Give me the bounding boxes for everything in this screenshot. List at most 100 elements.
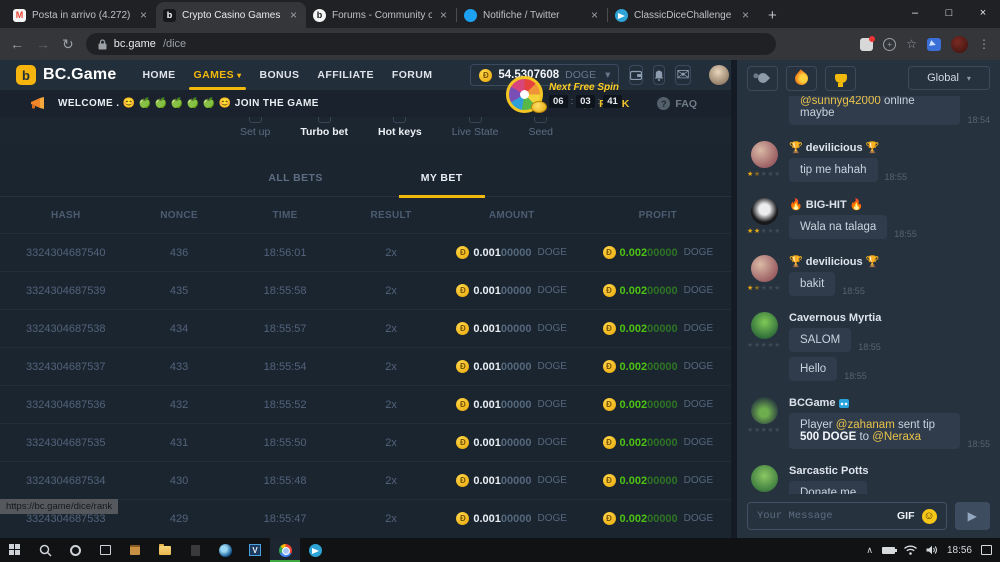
telegram-button[interactable] (300, 538, 330, 562)
faq-link[interactable]: ? FAQ (657, 97, 697, 110)
tab-close-icon[interactable]: × (288, 8, 299, 22)
table-row[interactable]: 3324304687534 430 18:55:48 2x Ð 0.001000… (0, 461, 731, 499)
action-center-icon[interactable] (981, 545, 992, 555)
table-row[interactable]: 3324304687538 434 18:55:57 2x Ð 0.001000… (0, 309, 731, 347)
emoji-button[interactable]: ☺ (922, 509, 937, 524)
mention[interactable]: @Neraxa (872, 431, 921, 443)
tray-expand-icon[interactable]: ∧ (866, 545, 873, 556)
bcgame-logo[interactable]: b BC.Game (16, 65, 116, 85)
chat-username[interactable]: Sarcastic Potts (789, 465, 990, 477)
extension-badge-icon[interactable] (860, 38, 873, 51)
nav-bonus[interactable]: BONUS (259, 60, 299, 90)
chat-username[interactable]: Cavernous Myrtia (789, 312, 990, 324)
nav-games[interactable]: GAMES▾ (194, 60, 242, 90)
tab-close-icon[interactable]: × (589, 8, 600, 22)
chevron-down-icon: ▾ (237, 71, 241, 80)
wifi-icon[interactable] (904, 545, 917, 555)
message-input[interactable] (757, 510, 890, 522)
extension-blue-icon[interactable] (927, 38, 941, 51)
tab-close-icon[interactable]: × (740, 8, 751, 22)
tab-title: Crypto Casino Games - The 8 Be (182, 10, 282, 21)
rain-button[interactable] (747, 66, 778, 91)
store-button[interactable] (120, 538, 150, 562)
chat-username[interactable]: 🏆 devilicious 🏆 (789, 255, 990, 268)
avatar[interactable] (751, 397, 778, 424)
table-row[interactable]: 3324304687537 433 18:55:54 2x Ð 0.001000… (0, 347, 731, 385)
browser-menu-icon[interactable]: ⋮ (978, 37, 990, 51)
mail-button[interactable]: ✉ (675, 65, 690, 85)
cortana-button[interactable] (60, 538, 90, 562)
tab-gmail[interactable]: M Posta in arrivo (4.272) - andreaja × (6, 2, 156, 28)
new-tab-button[interactable]: + (758, 7, 787, 28)
window-close-button[interactable]: × (966, 0, 1000, 26)
table-row[interactable]: 3324304687535 431 18:55:50 2x Ð 0.001000… (0, 423, 731, 461)
tab-forums[interactable]: b Forums - Community of BC.Gam × (306, 2, 456, 28)
tab-close-icon[interactable]: × (438, 8, 449, 22)
edge-button[interactable] (210, 538, 240, 562)
nav-forum[interactable]: FORUM (392, 60, 433, 90)
start-button[interactable] (0, 538, 30, 562)
window-maximize-button[interactable]: □ (932, 0, 966, 26)
search-button[interactable] (30, 538, 60, 562)
back-button[interactable]: ← (10, 36, 24, 52)
pinned-app-button[interactable] (180, 538, 210, 562)
windows-icon (9, 544, 21, 556)
chat-bubble: Wala na talaga (789, 215, 887, 239)
bookmark-star-icon[interactable]: ☆ (906, 37, 917, 51)
chat-channel-dropdown[interactable]: Global ▾ (908, 66, 990, 90)
send-button[interactable]: ▶ (955, 502, 991, 530)
table-row[interactable]: 3324304687536 432 18:55:52 2x Ð 0.001000… (0, 385, 731, 423)
avatar[interactable] (751, 141, 778, 168)
chat-username[interactable]: 🔥 BIG-HIT 🔥 (789, 198, 990, 211)
free-spin-widget[interactable]: Next Free Spin 06 : 03 : 41 (506, 76, 622, 113)
tab-my-bet[interactable]: MY BET (399, 172, 485, 198)
task-view-button[interactable] (90, 538, 120, 562)
user-menu[interactable]: Wolfero ▾ (709, 65, 731, 85)
tab-twitter[interactable]: Notifiche / Twitter × (457, 2, 607, 28)
volume-icon[interactable] (926, 545, 938, 555)
mention[interactable]: @sunnyg42000 (800, 96, 881, 107)
table-row[interactable]: 3324304687539 435 18:55:58 2x Ð 0.001000… (0, 271, 731, 309)
file-explorer-button[interactable] (150, 538, 180, 562)
chrome-button[interactable] (270, 538, 300, 562)
welcome-banner-text[interactable]: WELCOME . 😊 🍏 🍏 🍏 🍏 🍏 😊 JOIN THE GAME (58, 98, 319, 109)
toolbar-seed[interactable]: Seed (528, 117, 553, 138)
chat-username[interactable]: 🏆 devilicious 🏆 (789, 141, 990, 154)
tab-close-icon[interactable]: × (138, 8, 149, 22)
tab-bcgame-active[interactable]: b Crypto Casino Games - The 8 Be × (156, 2, 306, 28)
v-app-button[interactable]: V (240, 538, 270, 562)
clock[interactable]: 18:56 (947, 545, 972, 556)
nav-home[interactable]: HOME (142, 60, 175, 90)
battery-icon[interactable] (882, 547, 895, 554)
toolbar-turbo-bet[interactable]: Turbo bet (300, 117, 348, 138)
browser-profile-avatar[interactable] (951, 36, 968, 53)
table-row[interactable]: 3324304687540 436 18:56:01 2x Ð 0.001000… (0, 233, 731, 271)
target-icon[interactable]: + (883, 38, 896, 51)
chat-username[interactable]: BCGame (789, 397, 990, 409)
nav-affiliate[interactable]: AFFILIATE (317, 60, 373, 90)
toolbar-hot-keys[interactable]: Hot keys (378, 117, 422, 138)
avatar[interactable] (751, 312, 778, 339)
reload-button[interactable]: ↻ (62, 36, 74, 53)
avatar[interactable] (751, 198, 778, 225)
fireball-button[interactable] (786, 66, 817, 91)
chat-message-list[interactable]: @sunnyg42000 online maybe 18:54 ★★★★★ 🏆 … (737, 96, 1000, 494)
gif-button[interactable]: GIF (897, 510, 915, 522)
wallet-button[interactable] (629, 65, 643, 85)
url-input[interactable]: bc.game/dice (86, 33, 776, 55)
notifications-button[interactable] (653, 65, 665, 85)
trophy-button[interactable] (825, 66, 856, 91)
toolbar-set-up[interactable]: Set up (240, 117, 270, 138)
avatar[interactable] (751, 255, 778, 282)
mention[interactable]: @zahanam (836, 419, 895, 431)
forward-button[interactable]: → (36, 36, 50, 52)
avatar[interactable] (751, 465, 778, 492)
message-input-box[interactable]: GIF ☺ (747, 502, 947, 530)
window-minimize-button[interactable]: – (898, 0, 932, 26)
doge-coin-icon: Ð (603, 398, 616, 411)
toolbar-live-state[interactable]: Live State (452, 117, 499, 138)
chat-message: ★★★★★ Cavernous Myrtia SALOM 18:55 Hello… (747, 312, 990, 386)
store-icon (130, 545, 140, 555)
tab-all-bets[interactable]: ALL BETS (246, 172, 344, 196)
tab-telegram[interactable]: ClassicDiceChallenge - 📣 Annou × (608, 2, 758, 28)
